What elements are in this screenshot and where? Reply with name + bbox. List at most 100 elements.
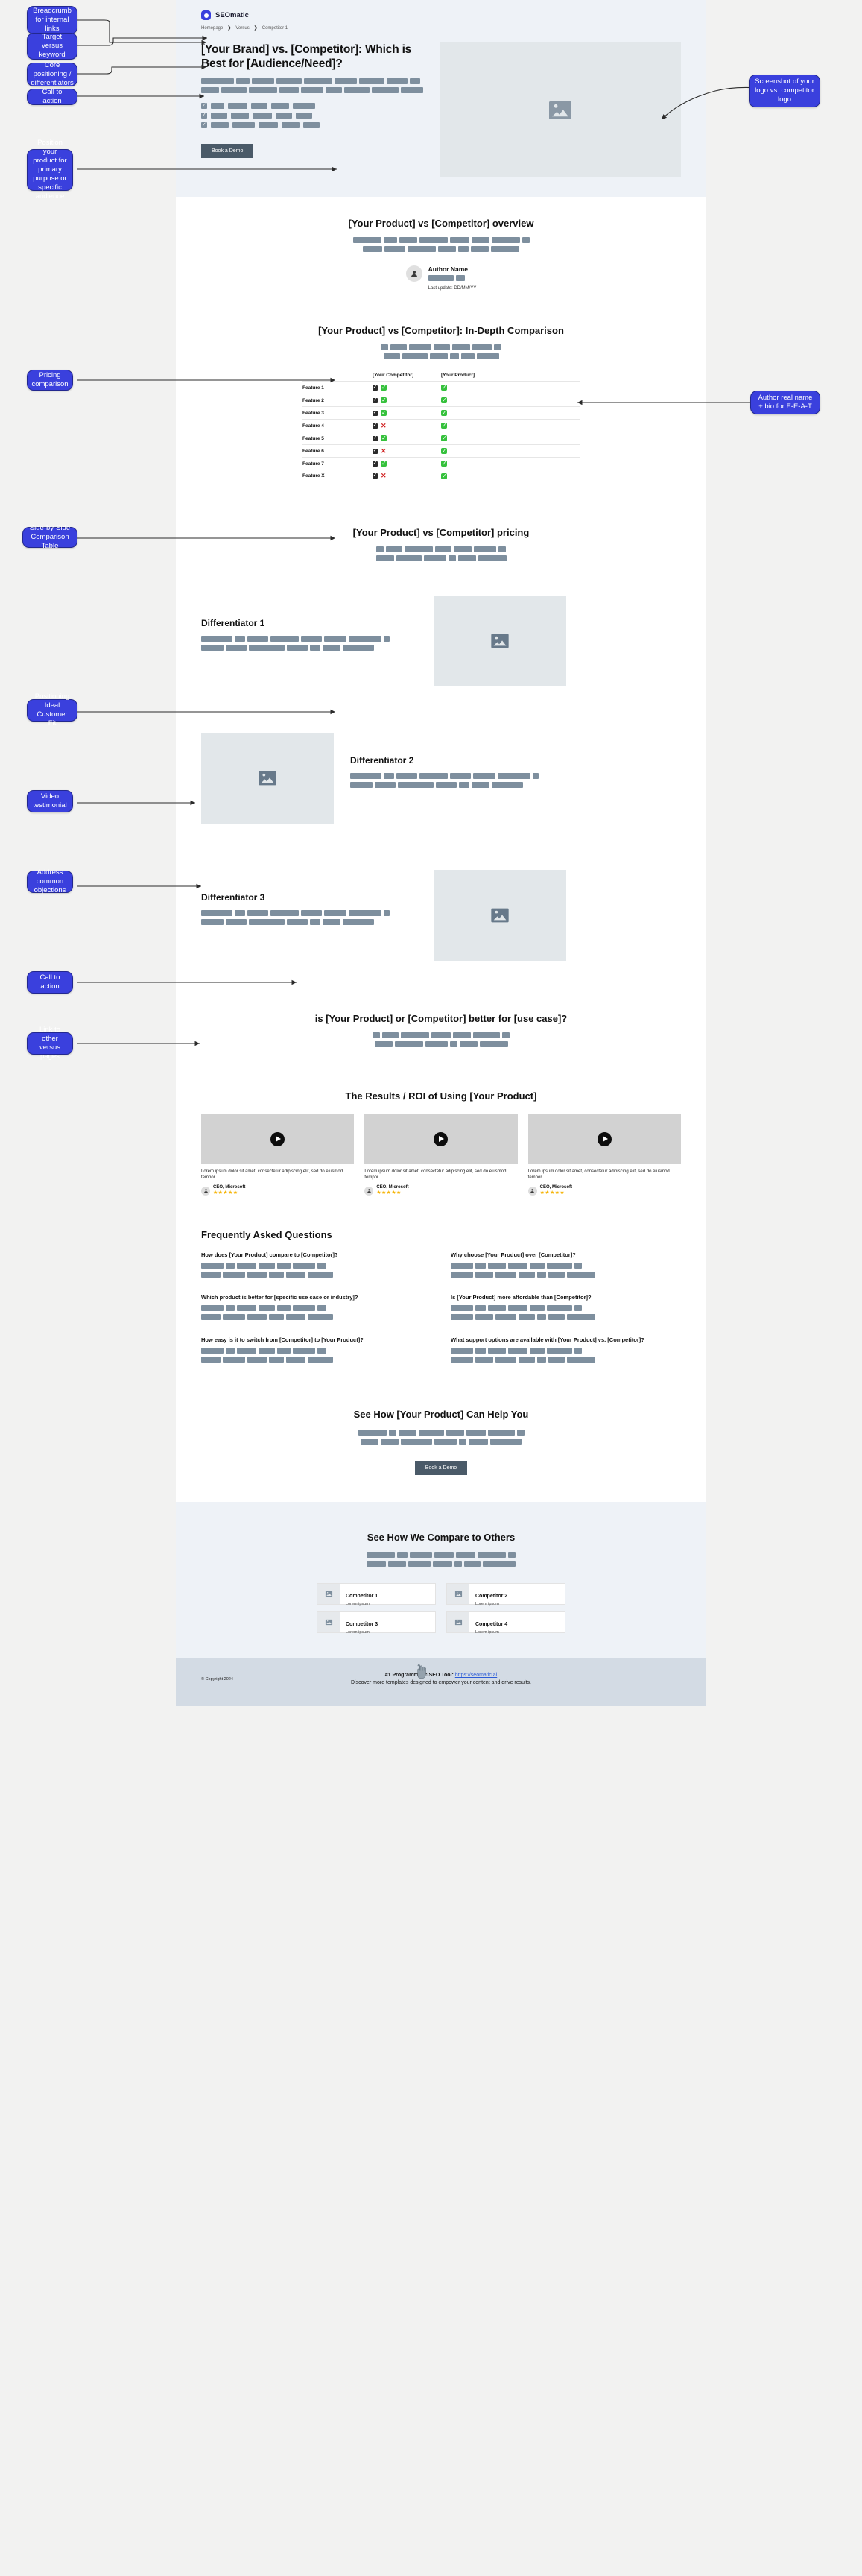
- table-row: Feature 3: [302, 406, 580, 419]
- check-mark-icon: [381, 408, 387, 417]
- differentiator-2: Differentiator 2: [201, 686, 681, 824]
- checkbox-icon[interactable]: [373, 460, 378, 467]
- pricing-section: [Your Product] vs [Competitor] pricing: [176, 496, 706, 596]
- check-mark-icon: [441, 434, 447, 442]
- results-heading: The Results / ROI of Using [Your Product…: [345, 1090, 537, 1102]
- brand-header[interactable]: SEOmatic: [201, 0, 681, 20]
- comparison-heading: [Your Product] vs [Competitor]: In-Depth…: [318, 325, 564, 336]
- competitor-desc: Lorem ipsum: [346, 1630, 370, 1635]
- checkbox-icon[interactable]: [373, 422, 378, 429]
- cross-mark-icon: ✕: [381, 472, 387, 479]
- video-thumbnail[interactable]: [201, 1114, 355, 1164]
- author-name: Author Name: [428, 265, 469, 273]
- feature-label: Feature 1: [302, 385, 324, 391]
- footer-tagline-rest: Discover more templates designed to empo…: [350, 1680, 531, 1685]
- competitor-name: Competitor 3: [346, 1622, 378, 1627]
- video-thumbnail[interactable]: [527, 1114, 681, 1164]
- competitor-card[interactable]: Competitor 2 Lorem ipsum: [446, 1583, 565, 1606]
- annotation-ideal-customer[interactable]: Positioning Ideal Customer Fit: [27, 692, 77, 727]
- pricing-heading: [Your Product] vs [Competitor] pricing: [352, 527, 530, 538]
- checkbox-icon[interactable]: [373, 384, 378, 391]
- table-header-product: [Your Product]: [441, 373, 475, 378]
- testimonial-quote: Lorem ipsum dolor sit amet, consectetur …: [201, 1169, 343, 1180]
- testimonial-cards: Lorem ipsum dolor sit amet, consectetur …: [201, 1102, 681, 1196]
- checkbox-icon[interactable]: [373, 409, 378, 417]
- image-placeholder-icon: [317, 1612, 340, 1632]
- table-body: Feature 1Feature 2Feature 3Feature 4✕Fea…: [302, 381, 580, 482]
- hand-cursor-icon: [414, 1664, 426, 1679]
- annotation-video-testimonial[interactable]: Video testimonial: [27, 790, 73, 812]
- video-thumbnail[interactable]: [364, 1114, 518, 1164]
- product-cell: [441, 434, 510, 442]
- annotation-cta-bottom[interactable]: Call to action: [27, 971, 73, 994]
- annotation-objections[interactable]: Address common objections: [27, 868, 73, 894]
- annotation-author-eeat[interactable]: Author real name + bio for E-E-A-T: [750, 391, 820, 414]
- play-icon[interactable]: [434, 1131, 449, 1146]
- book-a-demo-button[interactable]: Book a Demo: [201, 144, 254, 158]
- breadcrumb-item-homepage[interactable]: Homepage: [201, 26, 223, 31]
- hero-bullet-list: [201, 96, 425, 129]
- author-block: Author Name Last update: DD/MM/YY: [201, 255, 681, 291]
- annotation-core-positioning[interactable]: Core positioning / differentiators: [27, 61, 77, 87]
- star-rating: ★★★★★: [539, 1190, 565, 1196]
- competitor-card[interactable]: Competitor 3 Lorem ipsum: [317, 1611, 436, 1635]
- seomatic-link[interactable]: https://seomatic.ai: [455, 1673, 497, 1678]
- annotation-breadcrumb[interactable]: Breadcrumb for internal links: [27, 6, 77, 34]
- competitor-card-grid: Competitor 1 Lorem ipsum Competitor 2 Lorem…: [201, 1570, 681, 1635]
- faq-question: What support options are available with …: [451, 1336, 644, 1343]
- play-icon[interactable]: [597, 1131, 612, 1146]
- annotation-comparison-table[interactable]: Side-by-Side Comparison Table: [22, 524, 77, 550]
- annotation-pricing[interactable]: Pricing comparison: [27, 370, 73, 391]
- table-row: Feature X ✕: [302, 470, 580, 482]
- chevron-right-icon: ❯: [227, 26, 232, 31]
- checkbox-icon[interactable]: [373, 397, 378, 404]
- breadcrumb-item-competitor[interactable]: Competitor 1: [262, 26, 288, 31]
- hero-section: SEOmatic Homepage ❯ Versus ❯ Competitor …: [176, 0, 706, 197]
- compare-others-section: See How We Compare to Others Competitor …: [176, 1502, 706, 1679]
- annotation-versus-links[interactable]: Link to other versus pages: [27, 1026, 73, 1061]
- product-cell: [441, 472, 510, 480]
- star-rating: ★★★★★: [213, 1190, 238, 1196]
- annotation-target-keyword[interactable]: Target versus keyword: [27, 33, 77, 60]
- seomatic-logo-icon: [201, 10, 211, 20]
- table-row: Feature 1: [302, 381, 580, 394]
- product-cell: [441, 408, 510, 417]
- faq-item[interactable]: How does [Your Product] compare to [Comp…: [201, 1251, 431, 1281]
- breadcrumb-item-versus[interactable]: Versus: [235, 26, 249, 31]
- image-placeholder-icon: [447, 1584, 469, 1604]
- faq-item[interactable]: Is [Your Product] more affordable than […: [451, 1294, 681, 1323]
- user-avatar-icon: [364, 1186, 374, 1196]
- faq-item[interactable]: Which product is better for [specific us…: [201, 1294, 431, 1323]
- competitor-card[interactable]: Competitor 4 Lorem ipsum: [446, 1611, 565, 1635]
- checkbox-icon[interactable]: [373, 435, 378, 442]
- competitor-desc: Lorem ipsum: [475, 1630, 499, 1635]
- checkbox-icon[interactable]: [373, 447, 378, 455]
- cross-mark-icon: ✕: [381, 421, 387, 429]
- footer: © Copyright 2024 #1 Programmatic SEO Too…: [176, 1658, 706, 1706]
- faq-question: Why choose [Your Product] over [Competit…: [451, 1251, 576, 1258]
- image-placeholder-icon: [255, 768, 280, 789]
- compare-others-skeleton: [201, 1544, 681, 1567]
- check-mark-icon: [441, 396, 447, 404]
- differentiator-image-placeholder: [434, 596, 566, 686]
- play-icon[interactable]: [270, 1131, 285, 1146]
- check-mark-icon: [441, 421, 447, 429]
- annotation-logo-screenshot[interactable]: Screenshot of your logo vs. competitor l…: [749, 75, 820, 107]
- faq-item[interactable]: What support options are available with …: [451, 1336, 681, 1366]
- faq-answer-skeleton: [201, 1305, 431, 1320]
- competitor-card[interactable]: Competitor 1 Lorem ipsum: [317, 1583, 436, 1606]
- differentiator-3: Differentiator 3: [201, 824, 681, 980]
- list-item: [201, 112, 425, 119]
- image-placeholder-icon: [544, 97, 577, 124]
- use-case-skeleton: [201, 1025, 681, 1047]
- feature-label: Feature 4: [302, 423, 324, 429]
- faq-item[interactable]: How easy is it to switch from [Competito…: [201, 1336, 431, 1366]
- annotation-position-product[interactable]: Position your product for primary purpos…: [27, 139, 73, 201]
- book-a-demo-button[interactable]: Book a Demo: [414, 1461, 468, 1475]
- page-title: [Your Brand] vs. [Competitor]: Which is …: [201, 43, 412, 70]
- last-update-text: Last update: DD/MM/YY: [428, 286, 477, 291]
- annotation-cta-top[interactable]: Call to action: [27, 88, 77, 105]
- checkbox-icon[interactable]: [373, 472, 378, 479]
- faq-item[interactable]: Why choose [Your Product] over [Competit…: [451, 1251, 681, 1281]
- competitor-cell: [373, 434, 441, 442]
